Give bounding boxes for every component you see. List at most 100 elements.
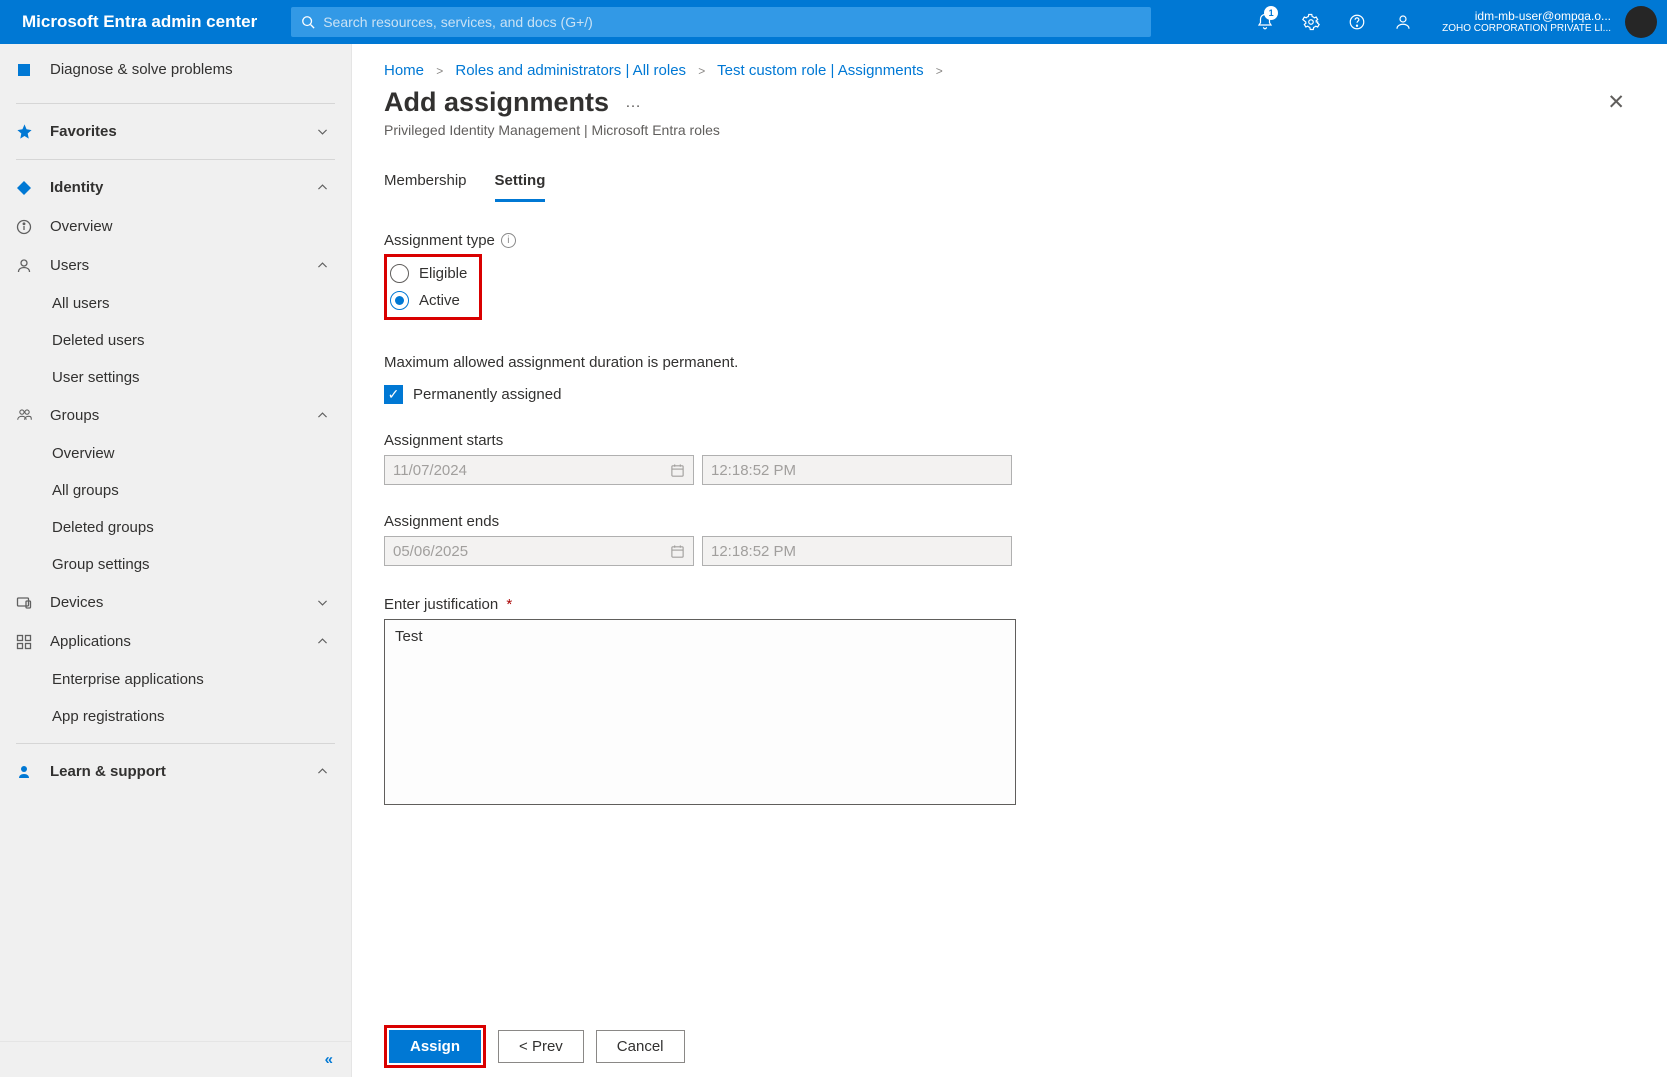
chevron-up-icon bbox=[316, 181, 329, 194]
nav-favorites[interactable]: Favorites bbox=[0, 112, 351, 151]
breadcrumb: Home > Roles and administrators | All ro… bbox=[352, 44, 1667, 87]
nav-users[interactable]: Users bbox=[0, 246, 351, 285]
main-content: Home > Roles and administrators | All ro… bbox=[352, 44, 1667, 1077]
start-date-value: 11/07/2024 bbox=[393, 462, 467, 479]
nav-overview[interactable]: Overview bbox=[0, 207, 351, 246]
end-date-input[interactable]: 05/06/2025 bbox=[384, 536, 694, 566]
nav-identity[interactable]: Identity bbox=[0, 168, 351, 207]
apps-icon bbox=[16, 634, 40, 650]
nav-app-reg[interactable]: App registrations bbox=[0, 698, 351, 735]
groups-icon bbox=[16, 407, 40, 424]
tab-setting[interactable]: Setting bbox=[495, 162, 546, 202]
identity-icon bbox=[16, 180, 40, 196]
nav-users-label: Users bbox=[50, 257, 89, 274]
nav-deleted-users[interactable]: Deleted users bbox=[0, 322, 351, 359]
nav-diagnose-label: Diagnose & solve problems bbox=[50, 61, 233, 78]
assign-button[interactable]: Assign bbox=[389, 1030, 481, 1063]
nav-divider bbox=[16, 159, 335, 160]
more-actions-icon[interactable]: … bbox=[625, 94, 643, 112]
feedback-icon[interactable] bbox=[1380, 0, 1426, 44]
nav-learn[interactable]: Learn & support bbox=[0, 752, 351, 791]
nav-learn-label: Learn & support bbox=[50, 763, 166, 780]
collapse-nav[interactable]: « bbox=[0, 1041, 351, 1077]
top-right: 1 idm-mb-user@ompqa.o... ZOHO CORPORATIO… bbox=[1242, 0, 1667, 44]
nav-devices[interactable]: Devices bbox=[0, 583, 351, 622]
nav-favorites-label: Favorites bbox=[50, 123, 117, 140]
search-wrap bbox=[291, 7, 1151, 37]
close-icon[interactable]: ✕ bbox=[1607, 90, 1635, 115]
radio-active[interactable]: Active bbox=[390, 287, 467, 314]
help-icon[interactable] bbox=[1334, 0, 1380, 44]
nav-user-settings[interactable]: User settings bbox=[0, 359, 351, 396]
user-tenant: ZOHO CORPORATION PRIVATE LI... bbox=[1442, 23, 1611, 34]
info-icon bbox=[16, 219, 40, 235]
crumb-sep: > bbox=[436, 64, 443, 78]
justification-label: Enter justification bbox=[384, 596, 498, 613]
nav-all-groups[interactable]: All groups bbox=[0, 472, 351, 509]
cancel-button[interactable]: Cancel bbox=[596, 1030, 685, 1063]
nav-deleted-groups[interactable]: Deleted groups bbox=[0, 509, 351, 546]
permanently-assigned-checkbox[interactable]: ✓ Permanently assigned bbox=[384, 385, 1635, 404]
calendar-icon bbox=[670, 544, 685, 559]
crumb-roles[interactable]: Roles and administrators | All roles bbox=[455, 62, 686, 79]
nav-divider bbox=[16, 743, 335, 744]
assignment-starts-label: Assignment starts bbox=[384, 432, 1635, 449]
nav-devices-label: Devices bbox=[50, 594, 103, 611]
collapse-icon: « bbox=[325, 1051, 333, 1068]
checkbox-checked-icon: ✓ bbox=[384, 385, 403, 404]
assignment-type-label: Assignment type bbox=[384, 232, 495, 249]
search-input[interactable] bbox=[323, 14, 1141, 30]
chevron-down-icon bbox=[316, 125, 329, 138]
info-icon[interactable]: i bbox=[501, 233, 516, 248]
tab-membership[interactable]: Membership bbox=[384, 162, 467, 202]
start-date-input[interactable]: 11/07/2024 bbox=[384, 455, 694, 485]
crumb-test[interactable]: Test custom role | Assignments bbox=[717, 62, 923, 79]
page-subtitle: Privileged Identity Management | Microso… bbox=[352, 118, 1667, 138]
nav-divider bbox=[16, 103, 335, 104]
justification-input[interactable] bbox=[384, 619, 1016, 805]
radio-eligible-label: Eligible bbox=[419, 265, 467, 282]
nav-grp-overview[interactable]: Overview bbox=[0, 435, 351, 472]
end-time-input[interactable]: 12:18:52 PM bbox=[702, 536, 1012, 566]
devices-icon bbox=[16, 595, 40, 611]
end-time-value: 12:18:52 PM bbox=[711, 543, 796, 560]
avatar[interactable] bbox=[1625, 6, 1657, 38]
page-title: Add assignments bbox=[384, 87, 609, 118]
nav-applications[interactable]: Applications bbox=[0, 622, 351, 661]
crumb-sep: > bbox=[698, 64, 705, 78]
chevron-up-icon bbox=[316, 259, 329, 272]
required-mark: * bbox=[506, 596, 512, 613]
chevron-up-icon bbox=[316, 635, 329, 648]
nav-group-settings[interactable]: Group settings bbox=[0, 546, 351, 583]
calendar-icon bbox=[670, 463, 685, 478]
notifications-icon[interactable]: 1 bbox=[1242, 0, 1288, 44]
global-search[interactable] bbox=[291, 7, 1151, 37]
nav-groups-label: Groups bbox=[50, 407, 99, 424]
nav-groups[interactable]: Groups bbox=[0, 396, 351, 435]
form: Assignment type i Eligible Active Maximu… bbox=[352, 202, 1667, 805]
user-email: idm-mb-user@ompqa.o... bbox=[1442, 10, 1611, 23]
brand: Microsoft Entra admin center bbox=[0, 12, 279, 32]
assignment-type-radio-group: Eligible Active bbox=[384, 254, 482, 320]
chevron-up-icon bbox=[316, 409, 329, 422]
radio-eligible[interactable]: Eligible bbox=[390, 260, 467, 287]
star-icon bbox=[16, 123, 40, 140]
nav-diagnose[interactable]: Diagnose & solve problems bbox=[0, 50, 351, 89]
chevron-up-icon bbox=[316, 765, 329, 778]
learn-icon bbox=[16, 764, 40, 780]
crumb-home[interactable]: Home bbox=[384, 62, 424, 79]
assignment-ends-label: Assignment ends bbox=[384, 513, 1635, 530]
prev-button[interactable]: < Prev bbox=[498, 1030, 584, 1063]
search-icon bbox=[301, 15, 315, 29]
start-time-input[interactable]: 12:18:52 PM bbox=[702, 455, 1012, 485]
start-time-value: 12:18:52 PM bbox=[711, 462, 796, 479]
diagnose-icon bbox=[16, 62, 40, 78]
footer: Assign < Prev Cancel bbox=[352, 1015, 1667, 1077]
notification-badge: 1 bbox=[1264, 6, 1278, 20]
nav-enterprise-apps[interactable]: Enterprise applications bbox=[0, 661, 351, 698]
max-duration-text: Maximum allowed assignment duration is p… bbox=[384, 354, 1635, 371]
radio-active-label: Active bbox=[419, 292, 460, 309]
nav-all-users[interactable]: All users bbox=[0, 285, 351, 322]
settings-icon[interactable] bbox=[1288, 0, 1334, 44]
user-info[interactable]: idm-mb-user@ompqa.o... ZOHO CORPORATION … bbox=[1426, 10, 1615, 34]
